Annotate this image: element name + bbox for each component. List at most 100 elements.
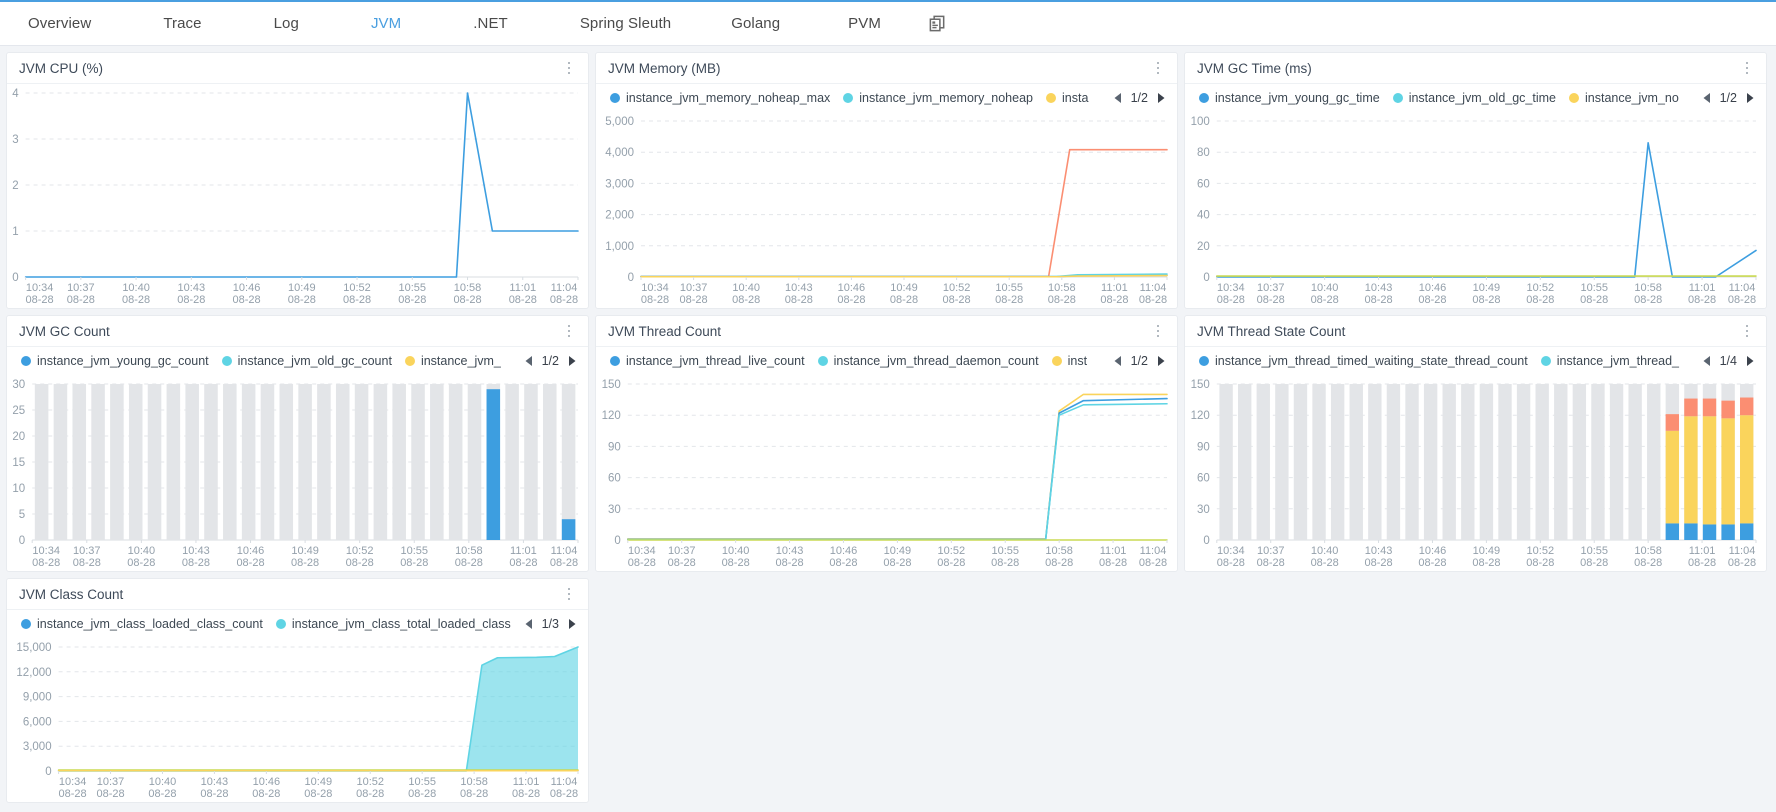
panel-more-options-icon[interactable] [1149,57,1167,79]
stacked-bar-segment[interactable] [1721,524,1735,540]
legend-item[interactable]: instance_jvm_memory_noheap [843,91,1033,105]
chart-area-jvm-gc-count[interactable]: 0 5 10 15 20 25 30 10:34 08-28 10:37 08-28 10:40 08-… [7,375,588,571]
x-axis-tick-time: 10:46 [1419,545,1447,557]
x-axis-tick-time: 11:04 [551,545,578,557]
legend-item[interactable]: instance_jvm_memory_noheap_max [610,91,830,105]
legend-item[interactable]: instance_jvm_thread_daemon_count [817,354,1039,368]
chart-area-jvm-memory[interactable]: 0 1,000 2,000 3,000 4,000 5,000 10:34 08-28 10:3… [596,112,1177,308]
y-axis-tick: 10 [12,483,25,495]
stacked-bar-segment[interactable] [1684,416,1698,524]
x-axis-tick-time: 10:40 [722,545,750,557]
stacked-bar-segment[interactable] [1721,418,1735,525]
legend-prev-page-icon[interactable] [1699,89,1715,107]
bar[interactable] [486,389,501,540]
legend-prev-page-icon[interactable] [521,615,537,633]
stacked-bar-segment[interactable] [1684,398,1698,417]
stacked-bar-segment[interactable] [1702,398,1717,417]
panel-more-options-icon[interactable] [1738,57,1756,79]
stacked-bar-segment[interactable] [1740,523,1754,540]
tab-log[interactable]: Log [260,2,313,46]
legend-item[interactable]: instance_jvm_no [1569,91,1679,105]
legend-next-page-icon[interactable] [564,352,580,370]
panel-more-options-icon[interactable] [560,320,578,342]
y-axis-tick: 0 [12,272,18,284]
legend-prev-page-icon[interactable] [521,352,537,370]
x-axis-tick-date: 08-28 [1526,294,1554,306]
panel-more-options-icon[interactable] [1149,320,1167,342]
chart-area-jvm-class-count[interactable]: 0 3,000 6,000 9,000 12,000 15,000 10:34 08-28 10… [7,638,588,802]
dot [567,597,571,601]
legend-item[interactable]: instance_jvm_thread_live_count [610,354,805,368]
x-axis-tick-date: 08-28 [890,294,918,306]
legend-prev-page-icon[interactable] [1110,352,1126,370]
legend-label: inst [1067,354,1088,368]
panel-more-options-icon[interactable] [560,57,578,79]
legend-item[interactable]: instance_jvm_class_total_loaded_class [275,617,511,631]
legend-item[interactable]: instance_jvm_old_gc_count [221,354,392,368]
x-axis-tick-date: 08-28 [127,557,155,569]
x-axis-tick-time: 10:52 [1527,282,1555,294]
copy-panels-icon[interactable] [923,9,953,39]
panel-more-options-icon[interactable] [1738,320,1756,342]
tab-golang[interactable]: Golang [717,2,794,46]
tab-jvm[interactable]: JVM [357,2,415,46]
stacked-bar-segment[interactable] [1702,524,1717,540]
legend-next-page-icon[interactable] [1742,89,1758,107]
panel-jvm-thread-count: JVM Thread Count instance_jvm_thread_live… [595,315,1178,572]
tab-trace[interactable]: Trace [149,2,215,46]
legend-item[interactable]: instance_jvm_ [404,354,501,368]
stacked-bar-segment[interactable] [1702,416,1717,525]
dot [1745,61,1749,65]
x-axis-tick-date: 08-28 [995,294,1023,306]
y-axis-tick: 25 [12,405,25,417]
stacked-bar-segment[interactable] [1665,523,1680,540]
chart-area-jvm-gc-time[interactable]: 0 20 40 60 80 100 10:34 08-28 10:37 08-28 10:40 08-… [1185,112,1766,308]
chart-area-jvm-thread-count[interactable]: 0 30 60 90 120 150 10:34 08-28 10:37 08-28 10:40 08… [596,375,1177,571]
x-axis-tick-time: 10:49 [288,282,316,294]
legend-next-page-icon[interactable] [1153,89,1169,107]
dot [1156,71,1160,75]
series-line[interactable] [626,397,1168,541]
legend-next-page-icon[interactable] [1742,352,1758,370]
stacked-bar-segment[interactable] [1740,397,1754,416]
legend-page-indicator: 1/2 [1130,354,1148,368]
legend-color-dot [404,356,415,366]
legend-item[interactable]: instance_jvm_young_gc_count [21,354,209,368]
x-axis-tick-date: 08-28 [1728,557,1756,569]
y-axis-tick: 4 [12,88,19,100]
chart-area-jvm-thread-state-count[interactable]: 0 30 60 90 120 150 10:34 08-28 10:37 08-28 10:40 08… [1185,375,1766,571]
legend-item[interactable]: instance_jvm_class_loaded_class_count [21,617,263,631]
legend-prev-page-icon[interactable] [1110,89,1126,107]
stacked-bar-segment[interactable] [1721,400,1735,419]
stacked-bar-segment[interactable] [1684,523,1698,540]
tab-pvm[interactable]: PVM [834,2,895,46]
y-axis-tick: 20 [1197,241,1210,253]
x-axis-tick-time: 10:58 [455,545,483,557]
legend-prev-page-icon[interactable] [1699,352,1715,370]
legend-item[interactable]: instance_jvm_thread_timed_waiting_state_… [1199,354,1528,368]
tab-net[interactable]: .NET [459,2,522,46]
stacked-bar-segment[interactable] [1665,430,1680,524]
series-line[interactable] [626,402,1168,541]
stacked-bar-segment[interactable] [1665,414,1680,431]
stacked-bar-segment[interactable] [1740,415,1754,524]
panel-more-options-icon[interactable] [560,583,578,605]
tab-overview[interactable]: Overview [14,2,105,46]
legend-item[interactable]: insta [1046,91,1088,105]
legend-item[interactable]: instance_jvm_young_gc_time [1199,91,1380,105]
x-axis-tick-time: 10:37 [1257,545,1285,557]
legend-item[interactable]: instance_jvm_thread_ [1540,354,1679,368]
legend-next-page-icon[interactable] [1153,352,1169,370]
chart-area-jvm-cpu[interactable]: 0 1 2 3 4 10:34 08-28 10:37 08-28 10:40 08-28 10:43… [7,84,588,308]
series-line[interactable] [1215,142,1757,278]
legend-item[interactable]: inst [1051,354,1088,368]
series-line[interactable] [626,393,1168,540]
bar[interactable] [561,519,576,540]
x-axis-tick-date: 08-28 [288,294,316,306]
series-line[interactable] [640,148,1168,278]
tab-spring-sleuth[interactable]: Spring Sleuth [566,2,685,46]
legend-next-page-icon[interactable] [564,615,580,633]
legend-item[interactable]: instance_jvm_old_gc_time [1392,91,1556,105]
x-axis-tick-date: 08-28 [1688,294,1716,306]
x-axis-tick-date: 08-28 [200,788,228,800]
